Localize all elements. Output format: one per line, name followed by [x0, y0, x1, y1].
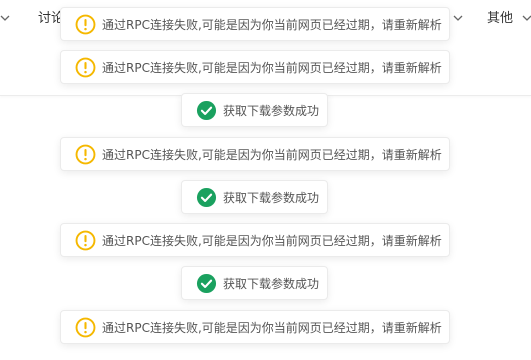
check-circle-icon: [196, 100, 217, 120]
warning-toast: 通过RPC连接失败,可能是因为你当前网页已经过期，请重新解析: [60, 137, 450, 171]
warning-toast: 通过RPC连接失败,可能是因为你当前网页已经过期，请重新解析: [60, 7, 450, 41]
success-toast: 获取下载参数成功: [181, 266, 328, 300]
toast-message: 通过RPC连接失败,可能是因为你当前网页已经过期，请重新解析: [102, 320, 442, 335]
warning-circle-icon: [75, 14, 96, 34]
warning-circle-icon: [75, 57, 96, 77]
toast-message: 通过RPC连接失败,可能是因为你当前网页已经过期，请重新解析: [102, 147, 442, 162]
chevron-down-icon[interactable]: [0, 11, 12, 25]
toast-message: 通过RPC连接失败,可能是因为你当前网页已经过期，请重新解析: [102, 17, 442, 32]
chevron-down-icon[interactable]: [451, 11, 465, 25]
check-circle-icon: [196, 273, 217, 293]
toast-message: 获取下载参数成功: [223, 276, 320, 291]
nav-item-other[interactable]: 其他: [487, 10, 513, 28]
check-circle-icon: [196, 187, 217, 207]
toast-message: 获取下载参数成功: [223, 103, 320, 118]
warning-toast: 通过RPC连接失败,可能是因为你当前网页已经过期，请重新解析: [60, 223, 450, 257]
warning-circle-icon: [75, 230, 96, 250]
toast-message: 通过RPC连接失败,可能是因为你当前网页已经过期，请重新解析: [102, 60, 442, 75]
toast-message: 获取下载参数成功: [223, 190, 320, 205]
chevron-down-icon[interactable]: [520, 11, 531, 25]
toast-message: 通过RPC连接失败,可能是因为你当前网页已经过期，请重新解析: [102, 233, 442, 248]
warning-toast: 通过RPC连接失败,可能是因为你当前网页已经过期，请重新解析: [60, 310, 450, 344]
warning-circle-icon: [75, 144, 96, 164]
warning-toast: 通过RPC连接失败,可能是因为你当前网页已经过期，请重新解析: [60, 50, 450, 84]
success-toast: 获取下载参数成功: [181, 93, 328, 127]
success-toast: 获取下载参数成功: [181, 180, 328, 214]
warning-circle-icon: [75, 317, 96, 337]
